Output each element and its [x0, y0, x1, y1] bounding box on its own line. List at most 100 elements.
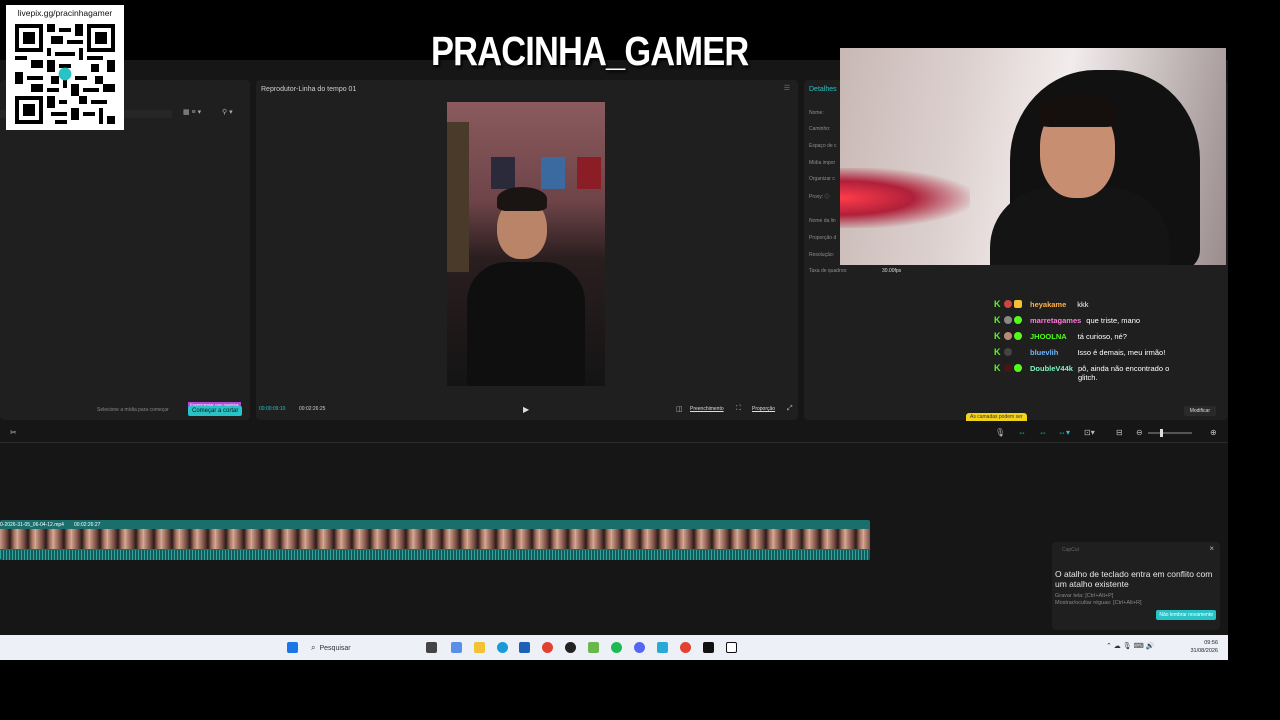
windows-taskbar: ⌕ Pesquisar ⌃ ☁ 🎙 ⌨ 🔊 09:56 31/08/2026: [0, 635, 1228, 660]
detail-label: Organizar c: [809, 176, 835, 182]
clock[interactable]: 09:56 31/08/2026: [1190, 639, 1218, 655]
link-icon[interactable]: ⇔: [1018, 428, 1026, 437]
crop-icon[interactable]: ⛶: [736, 405, 741, 413]
search-placeholder: Pesquisar: [319, 644, 351, 652]
taskbar-search[interactable]: ⌕ Pesquisar: [307, 640, 417, 656]
badge-icon: [1004, 300, 1012, 308]
badge-icon: [1004, 316, 1012, 324]
clip-thumbnails: [0, 529, 870, 549]
zoom-slider[interactable]: [1148, 429, 1192, 437]
chat-username: bluevlih: [1030, 348, 1059, 357]
chat-username: DoubleV44k: [1030, 364, 1073, 373]
dont-remind-button[interactable]: Não lembrar novamente: [1156, 610, 1216, 620]
close-icon[interactable]: ×: [1209, 544, 1214, 553]
edge-icon[interactable]: [497, 642, 508, 653]
detail-label: Mídia impor: [809, 160, 836, 166]
streamer-name: PRACINHA_GAMER: [431, 28, 749, 74]
chat-message: K DoubleV44k pô, ainda não encontrado o …: [994, 363, 1216, 383]
detail-label: Taxa de quadros:: [809, 268, 848, 274]
discord-icon[interactable]: [634, 642, 645, 653]
current-timecode: 00:00:09:10: [259, 406, 286, 412]
chat-text: Isso é demais, meu irmão!: [1077, 348, 1166, 357]
chat-username: heyakame: [1030, 300, 1067, 309]
clip-waveform: [0, 550, 870, 560]
badge-icon: [1004, 348, 1012, 356]
capcut-icon[interactable]: [703, 642, 714, 653]
store-icon[interactable]: [519, 642, 530, 653]
notice-title: O atalho de teclado entra em conflito co…: [1055, 569, 1213, 589]
livepix-qr-card: livepix.gg/pracinhagamer: [6, 5, 124, 130]
view-toggle-icon[interactable]: ▦ ≡ ▾: [183, 108, 201, 116]
spotify-icon[interactable]: [611, 642, 622, 653]
capcut-active-icon[interactable]: [726, 642, 737, 653]
badge-icon: [1004, 364, 1012, 372]
detail-label: Nome:: [809, 110, 824, 116]
filter-icon[interactable]: ⚲ ▾: [222, 108, 233, 116]
chat-username: JHOOLNA: [1030, 332, 1067, 341]
kick-icon: K: [994, 299, 1001, 309]
verified-icon: [1014, 316, 1022, 324]
media-panel: ▦ ≡ ▾ ⚲ ▾ Selecione a mídia para começar…: [0, 80, 250, 420]
kick-icon: K: [994, 363, 1001, 373]
caption-icon[interactable]: ⊟: [1116, 428, 1123, 437]
detail-label: Proxy: ⓘ: [809, 194, 830, 200]
detail-label: Proporção d: [809, 235, 837, 241]
video-clip[interactable]: 0-2026-31-05_06-04-12.mp4 00:02:26:27: [0, 520, 870, 560]
detail-label: Caminho:: [809, 126, 831, 132]
chat-text: que triste, mano: [1086, 316, 1141, 325]
notice-line: Gravar tela: [Ctrl+Alt+P]: [1055, 593, 1114, 599]
clip-name: 0-2026-31-05_06-04-12.mp4: [0, 522, 64, 528]
tray-icons[interactable]: ⌃ ☁ 🎙 ⌨ 🔊: [1106, 642, 1154, 650]
fps-value: 30.00fps: [882, 268, 902, 274]
fill-button[interactable]: Preenchimento: [690, 406, 724, 412]
chrome-icon[interactable]: [542, 642, 553, 653]
task-view-icon[interactable]: [426, 642, 437, 653]
app-icon[interactable]: [588, 642, 599, 653]
detail-label: Resolução:: [809, 252, 835, 258]
date: 31/08/2026: [1190, 648, 1218, 654]
chrome-icon[interactable]: [680, 642, 691, 653]
widgets-icon[interactable]: [451, 642, 462, 653]
timeline-ruler[interactable]: [0, 442, 1228, 450]
split-tool-icon[interactable]: ✂: [10, 428, 17, 437]
fullscreen-icon[interactable]: ⤢: [787, 405, 793, 413]
fill-icon[interactable]: ◫: [676, 405, 683, 413]
qr-url: livepix.gg/pracinhagamer: [17, 8, 113, 18]
play-button[interactable]: ▶: [523, 405, 529, 414]
chat-message: K heyakame kkk: [994, 299, 1216, 310]
chat-text: tá curioso, né?: [1077, 332, 1127, 341]
chat-message: K bluevlih Isso é demais, meu irmão!: [994, 348, 1216, 358]
microphone-icon[interactable]: 🎙: [995, 428, 1005, 437]
timeline-toolbar: ✂ 🎙 ⇔ ⇔ ⇔▾ ⊡▾ ⊟ ⊖ ⊕: [0, 426, 1228, 440]
warning-banner: As camadas podem ser: [966, 413, 1027, 421]
chat-text: pô, ainda não encontrado o glitch.: [1077, 364, 1170, 382]
player-panel: Reprodutor-Linha do tempo 01 ☰ 00:00:09:…: [256, 80, 798, 420]
chat-overlay: K heyakame kkk K marretagames que triste…: [994, 300, 1216, 389]
badge-icon: [1004, 332, 1012, 340]
obs-icon[interactable]: [565, 642, 576, 653]
zoom-fit-icon[interactable]: ⊕: [1210, 428, 1217, 437]
qr-code: [15, 24, 115, 124]
start-icon[interactable]: [287, 642, 298, 653]
preview-axis-icon[interactable]: ⊡▾: [1084, 428, 1095, 437]
detail-label: Espaço de c: [809, 143, 837, 149]
snap-icon[interactable]: ⇔▾: [1058, 428, 1070, 437]
zoom-out-icon[interactable]: ⊖: [1136, 428, 1143, 437]
start-cutting-button[interactable]: Começar a cortar: [188, 406, 243, 416]
shortcut-conflict-notice: CapCut × O atalho de teclado entra em co…: [1052, 542, 1220, 630]
badge-icon: [1014, 300, 1022, 308]
time: 09:56: [1204, 640, 1218, 646]
file-explorer-icon[interactable]: [474, 642, 485, 653]
menu-icon[interactable]: ☰: [784, 84, 790, 92]
modify-button[interactable]: Modificar: [1183, 406, 1216, 416]
notice-app-name: CapCut: [1062, 547, 1079, 553]
chat-text: kkk: [1077, 300, 1089, 309]
detail-label: Nome da lin: [809, 218, 836, 224]
app-icon[interactable]: [657, 642, 668, 653]
chat-message: K JHOOLNA tá curioso, né?: [994, 332, 1216, 342]
ratio-button[interactable]: Proporção: [752, 406, 775, 412]
video-preview[interactable]: [447, 102, 605, 386]
magnet-icon[interactable]: ⇔: [1039, 428, 1047, 437]
media-hint: Selecione a mídia para começar: [97, 407, 169, 413]
verified-icon: [1014, 364, 1022, 372]
